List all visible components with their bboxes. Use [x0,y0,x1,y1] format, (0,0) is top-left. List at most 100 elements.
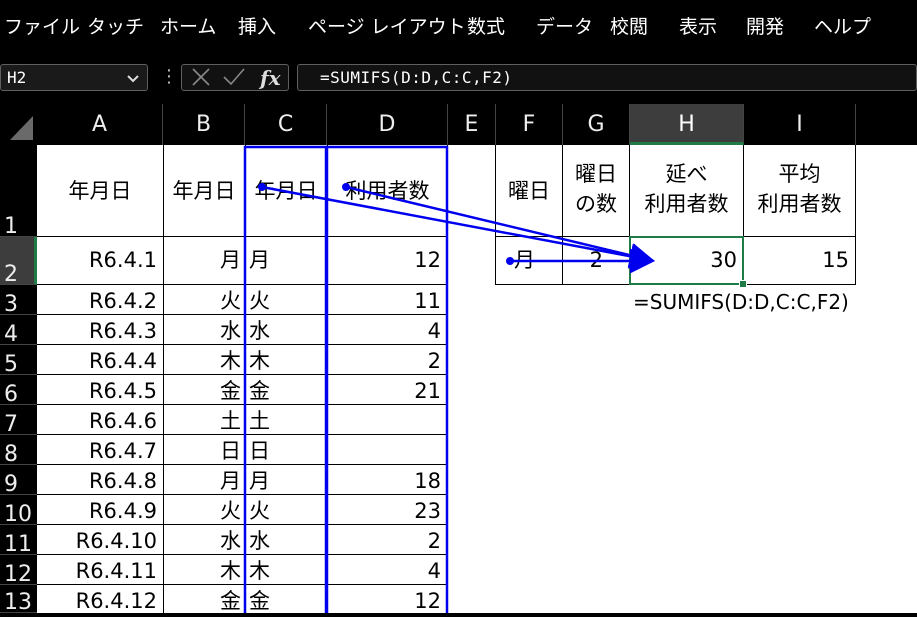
cell-weekday-c[interactable]: 金 [245,375,327,404]
cell-weekday-b[interactable]: 水 [163,315,245,344]
tab-touch[interactable]: タッチ [87,16,144,38]
row-header-2[interactable]: 2 [0,237,37,287]
cell-users[interactable]: 4 [327,315,447,344]
col-header-c[interactable]: C [245,104,327,145]
fill-handle[interactable] [739,280,747,288]
cell-users[interactable]: 23 [327,495,447,524]
cell-weekday-c[interactable]: 月 [245,465,327,494]
cell-c1[interactable]: 年月日 [245,145,327,237]
col-header-e[interactable]: E [448,104,496,145]
tab-formulas[interactable]: 数式 [467,16,505,38]
insert-function-icon[interactable]: fx [260,66,281,90]
cell-weekday-c[interactable]: 金 [245,585,327,613]
cell-weekday-b[interactable]: 水 [163,525,245,554]
formula-buttons: fx [181,64,289,91]
cell-f2[interactable]: 月 [496,237,562,284]
chevron-down-icon[interactable] [126,68,140,92]
cell-date[interactable]: R6.4.2 [37,285,163,314]
row-header-7[interactable]: 7 [0,405,37,437]
cell-weekday-b[interactable]: 月 [163,465,245,494]
col-header-j[interactable] [856,104,917,145]
tab-page-layout[interactable]: ページ レイアウト [308,16,466,38]
tab-file[interactable]: ファイル [4,16,80,38]
cell-weekday-c[interactable]: 木 [245,345,327,374]
name-box[interactable]: H2 [0,64,148,91]
cell-users[interactable]: 2 [327,525,447,554]
cell-users[interactable]: 18 [327,465,447,494]
col-header-a[interactable]: A [37,104,163,145]
row-header-12[interactable]: 12 [0,555,37,587]
row-header-11[interactable]: 11 [0,525,37,557]
enter-check-icon[interactable] [222,66,246,92]
cell-i2[interactable]: 15 [744,237,855,284]
cell-weekday-c[interactable]: 月 [245,237,327,284]
cell-weekday-b[interactable]: 火 [163,495,245,524]
tab-developer[interactable]: 開発 [746,16,784,38]
cell-users[interactable]: 4 [327,555,447,584]
cell-g2[interactable]: 2 [563,237,629,284]
cell-d1[interactable]: 利用者数 [327,145,448,237]
cell-date[interactable]: R6.4.7 [37,435,163,464]
formula-input[interactable]: =SUMIFS(D:D,C:C,F2) [297,64,917,91]
col-header-i[interactable]: I [744,104,856,145]
splitter-handle-icon[interactable]: ⋮ [160,66,178,87]
cell-date[interactable]: R6.4.12 [37,585,163,613]
row-header-10[interactable]: 10 [0,495,37,527]
cell-date[interactable]: R6.4.6 [37,405,163,434]
col-header-h[interactable]: H [630,104,744,145]
tab-insert[interactable]: 挿入 [238,16,276,38]
row-header-9[interactable]: 9 [0,465,37,497]
cell-weekday-b[interactable]: 日 [163,435,245,464]
cell-date[interactable]: R6.4.10 [37,525,163,554]
cell-date[interactable]: R6.4.8 [37,465,163,494]
cell-date[interactable]: R6.4.5 [37,375,163,404]
row-header-4[interactable]: 4 [0,315,37,347]
cell-weekday-b[interactable]: 金 [163,375,245,404]
col-header-g[interactable]: G [563,104,630,145]
cancel-icon[interactable] [190,66,212,92]
cell-a1[interactable]: 年月日 [37,145,163,237]
cell-weekday-b[interactable]: 火 [163,285,245,314]
cell-users[interactable]: 12 [327,237,447,284]
row-header-6[interactable]: 6 [0,375,37,407]
cell-weekday-b[interactable]: 木 [163,345,245,374]
row-header-1[interactable]: 1 [0,145,37,239]
cell-weekday-c[interactable]: 水 [245,315,327,344]
cell-date[interactable]: R6.4.3 [37,315,163,344]
cell-weekday-b[interactable]: 木 [163,555,245,584]
cell-weekday-c[interactable]: 水 [245,525,327,554]
cell-weekday-c[interactable]: 火 [245,285,327,314]
select-all-corner[interactable] [0,104,37,145]
cell-weekday-c[interactable]: 日 [245,435,327,464]
cell-b1[interactable]: 年月日 [163,145,245,237]
tab-home[interactable]: ホーム [160,16,216,38]
cell-users[interactable]: 12 [327,585,447,613]
cell-date[interactable]: R6.4.9 [37,495,163,524]
cell-weekday-c[interactable]: 土 [245,405,327,434]
row-header-3[interactable]: 3 [0,285,37,317]
cell-weekday-b[interactable]: 月 [163,237,245,284]
cell-users[interactable]: 2 [327,345,447,374]
cell-users[interactable] [327,435,447,464]
col-header-b[interactable]: B [163,104,245,145]
cell-users[interactable]: 21 [327,375,447,404]
cell-weekday-c[interactable]: 木 [245,555,327,584]
tab-data[interactable]: データ [536,16,593,38]
cell-date[interactable]: R6.4.1 [37,237,163,284]
cell-date[interactable]: R6.4.4 [37,345,163,374]
row-header-5[interactable]: 5 [0,345,37,377]
cell-weekday-b[interactable]: 土 [163,405,245,434]
cell-users[interactable]: 11 [327,285,447,314]
cell-users[interactable] [327,405,447,434]
tab-help[interactable]: ヘルプ [814,16,871,38]
row-header-8[interactable]: 8 [0,435,37,467]
cell-weekday-b[interactable]: 金 [163,585,245,613]
row-header-13[interactable]: 13 [0,585,37,615]
tab-view[interactable]: 表示 [679,16,717,38]
cell-date[interactable]: R6.4.11 [37,555,163,584]
col-header-d[interactable]: D [327,104,448,145]
cell-f1[interactable]: 曜日 [496,145,562,237]
tab-review[interactable]: 校閲 [610,16,648,38]
col-header-f[interactable]: F [496,104,563,145]
cell-weekday-c[interactable]: 火 [245,495,327,524]
